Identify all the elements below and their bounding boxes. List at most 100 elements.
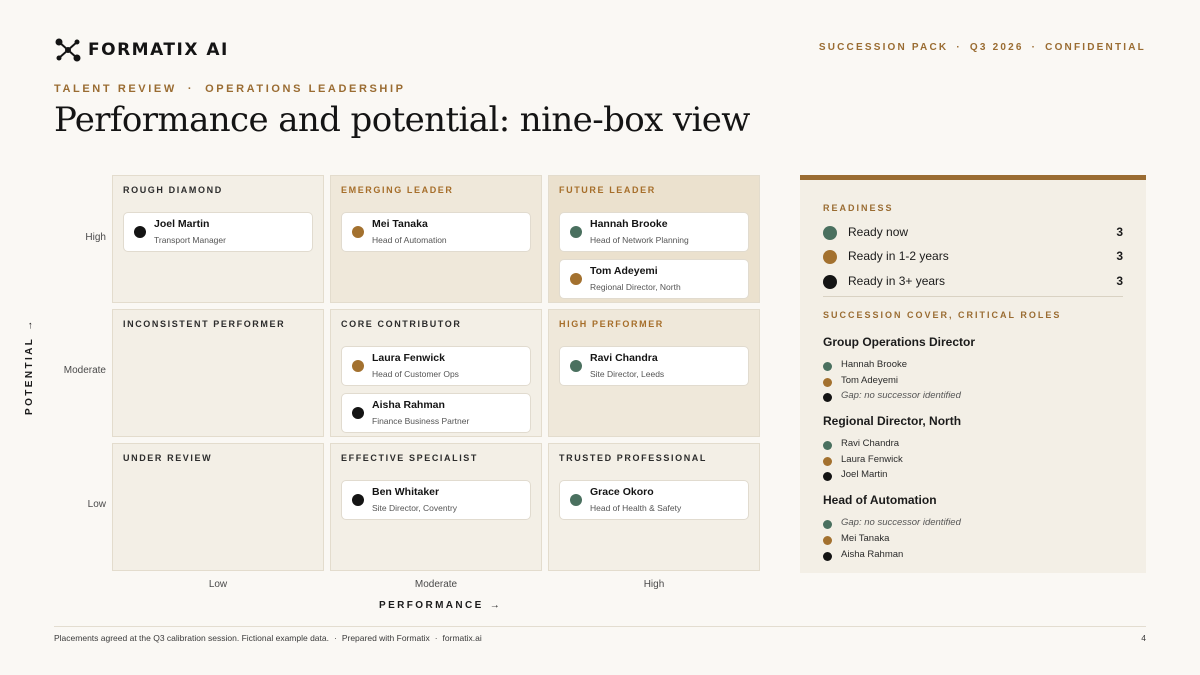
successor-item: Tom Adeyemi xyxy=(823,375,1123,389)
successor-name: Aisha Rahman xyxy=(841,549,904,560)
divider xyxy=(823,296,1123,297)
box-future-leader: FUTURE LEADER Hannah Brooke Head of Netw… xyxy=(548,175,760,303)
footer-divider xyxy=(54,626,1146,627)
person-name: Ravi Chandra xyxy=(590,352,658,364)
page-title: Performance and potential: nine-box view xyxy=(54,100,750,140)
readiness-label: Ready now xyxy=(848,225,909,239)
person-card[interactable]: Joel Martin Transport Manager xyxy=(123,212,313,252)
person-name: Laura Fenwick xyxy=(372,352,445,364)
box-core-contributor: CORE CONTRIBUTOR Laura Fenwick Head of C… xyxy=(330,309,542,437)
person-role: Head of Network Planning xyxy=(590,235,689,245)
y-tick-low: Low xyxy=(87,499,106,510)
readiness-dot xyxy=(823,472,832,481)
successor-item: Laura Fenwick xyxy=(823,454,1123,468)
box-title: FUTURE LEADER xyxy=(559,185,656,195)
readiness-dot xyxy=(823,552,832,561)
meta-confidential: CONFIDENTIAL xyxy=(1045,42,1146,53)
readiness-dot xyxy=(570,273,582,285)
person-card[interactable]: Ravi Chandra Site Director, Leeds xyxy=(559,346,749,386)
box-trusted-professional: TRUSTED PROFESSIONAL Grace Okoro Head of… xyxy=(548,443,760,571)
box-title: HIGH PERFORMER xyxy=(559,319,664,329)
footer-disclaimer: Placements agreed at the Q3 calibration … xyxy=(54,633,329,643)
arrow-up-icon: → xyxy=(24,318,35,331)
person-name: Joel Martin xyxy=(154,218,210,230)
person-role: Regional Director, North xyxy=(590,282,681,292)
x-axis-label: PERFORMANCE xyxy=(379,600,484,611)
successor-item: Hannah Brooke xyxy=(823,359,1123,373)
readiness-dot xyxy=(823,457,832,466)
person-role: Site Director, Coventry xyxy=(372,503,458,513)
person-card[interactable]: Grace Okoro Head of Health & Safety xyxy=(559,480,749,520)
successor-item: Mei Tanaka xyxy=(823,533,1123,547)
x-tick-low: Low xyxy=(208,579,228,590)
critical-role-title: Group Operations Director xyxy=(823,335,976,349)
x-tick-high: High xyxy=(643,579,665,590)
readiness-dot xyxy=(352,226,364,238)
footer-credit: Prepared with Formatix xyxy=(341,633,430,643)
person-card[interactable]: Laura Fenwick Head of Customer Ops xyxy=(341,346,531,386)
successor-name: Ravi Chandra xyxy=(841,438,900,449)
readiness-dot xyxy=(823,441,832,450)
box-title: EMERGING LEADER xyxy=(341,185,454,195)
box-title: UNDER REVIEW xyxy=(123,453,213,463)
box-emerging-leader: EMERGING LEADER Mei Tanaka Head of Autom… xyxy=(330,175,542,303)
successor-name: Laura Fenwick xyxy=(841,454,903,465)
separator: · xyxy=(956,42,962,53)
box-under-review: UNDER REVIEW xyxy=(112,443,324,571)
x-tick-moderate: Moderate xyxy=(414,579,458,590)
box-high-performer: HIGH PERFORMER Ravi Chandra Site Directo… xyxy=(548,309,760,437)
successor-item: Joel Martin xyxy=(823,469,1123,483)
successor-item: Ravi Chandra xyxy=(823,438,1123,452)
person-card[interactable]: Hannah Brooke Head of Network Planning xyxy=(559,212,749,252)
box-title: INCONSISTENT PERFORMER xyxy=(123,319,286,329)
y-axis-label: POTENTIAL xyxy=(24,336,35,415)
molecule-network-icon xyxy=(55,38,81,62)
successor-name: Joel Martin xyxy=(841,469,888,480)
person-role: Head of Health & Safety xyxy=(590,503,682,513)
box-title: CORE CONTRIBUTOR xyxy=(341,319,462,329)
document-meta: SUCCESSION PACK · Q3 2026 · CONFIDENTIAL xyxy=(819,42,1146,53)
page-number: 4 xyxy=(1141,633,1146,643)
legend-dot xyxy=(823,226,837,240)
person-name: Hannah Brooke xyxy=(590,218,668,230)
readiness-count: 3 xyxy=(1116,225,1123,239)
box-title: TRUSTED PROFESSIONAL xyxy=(559,453,708,463)
successor-item: Gap: no successor identified xyxy=(823,517,1123,531)
box-inconsistent-performer: INCONSISTENT PERFORMER xyxy=(112,309,324,437)
successor-name: Hannah Brooke xyxy=(841,359,908,370)
readiness-dot xyxy=(570,494,582,506)
y-tick-moderate: Moderate xyxy=(63,365,106,376)
person-name: Tom Adeyemi xyxy=(590,265,658,277)
footer-link[interactable]: formatix.ai xyxy=(443,633,482,643)
y-axis-title: POTENTIAL → xyxy=(24,318,35,415)
eyebrow: TALENT REVIEW · OPERATIONS LEADERSHIP xyxy=(54,83,406,95)
eyebrow-topic: OPERATIONS LEADERSHIP xyxy=(205,83,406,95)
readiness-dot xyxy=(823,362,832,371)
successor-item: Gap: no successor identified xyxy=(823,390,1123,404)
x-axis-title: PERFORMANCE → xyxy=(379,600,502,611)
readiness-heading: READINESS xyxy=(823,203,894,213)
meta-pack: SUCCESSION PACK xyxy=(818,42,949,53)
readiness-dot xyxy=(823,393,832,402)
person-card[interactable]: Aisha Rahman Finance Business Partner xyxy=(341,393,531,433)
readiness-count: 3 xyxy=(1116,274,1123,288)
person-card[interactable]: Ben Whitaker Site Director, Coventry xyxy=(341,480,531,520)
separator: · xyxy=(1031,42,1038,53)
readiness-dot xyxy=(352,494,364,506)
person-role: Transport Manager xyxy=(154,235,226,245)
readiness-dot xyxy=(352,407,364,419)
brand-logo: FORMATIX AI xyxy=(54,37,229,63)
critical-role-title: Head of Automation xyxy=(823,493,937,507)
readiness-dot xyxy=(570,226,582,238)
readiness-label: Ready in 1-2 years xyxy=(848,249,949,263)
critical-role-title: Regional Director, North xyxy=(823,414,962,428)
person-role: Finance Business Partner xyxy=(372,416,470,426)
successor-name: Mei Tanaka xyxy=(841,533,890,544)
person-role: Site Director, Leeds xyxy=(590,369,665,379)
successor-item: Aisha Rahman xyxy=(823,549,1123,563)
box-effective-specialist: EFFECTIVE SPECIALIST Ben Whitaker Site D… xyxy=(330,443,542,571)
person-card[interactable]: Mei Tanaka Head of Automation xyxy=(341,212,531,252)
readiness-row: Ready in 1-2 years 3 xyxy=(823,248,1123,266)
person-card[interactable]: Tom Adeyemi Regional Director, North xyxy=(559,259,749,299)
readiness-row: Ready now 3 xyxy=(823,224,1123,242)
